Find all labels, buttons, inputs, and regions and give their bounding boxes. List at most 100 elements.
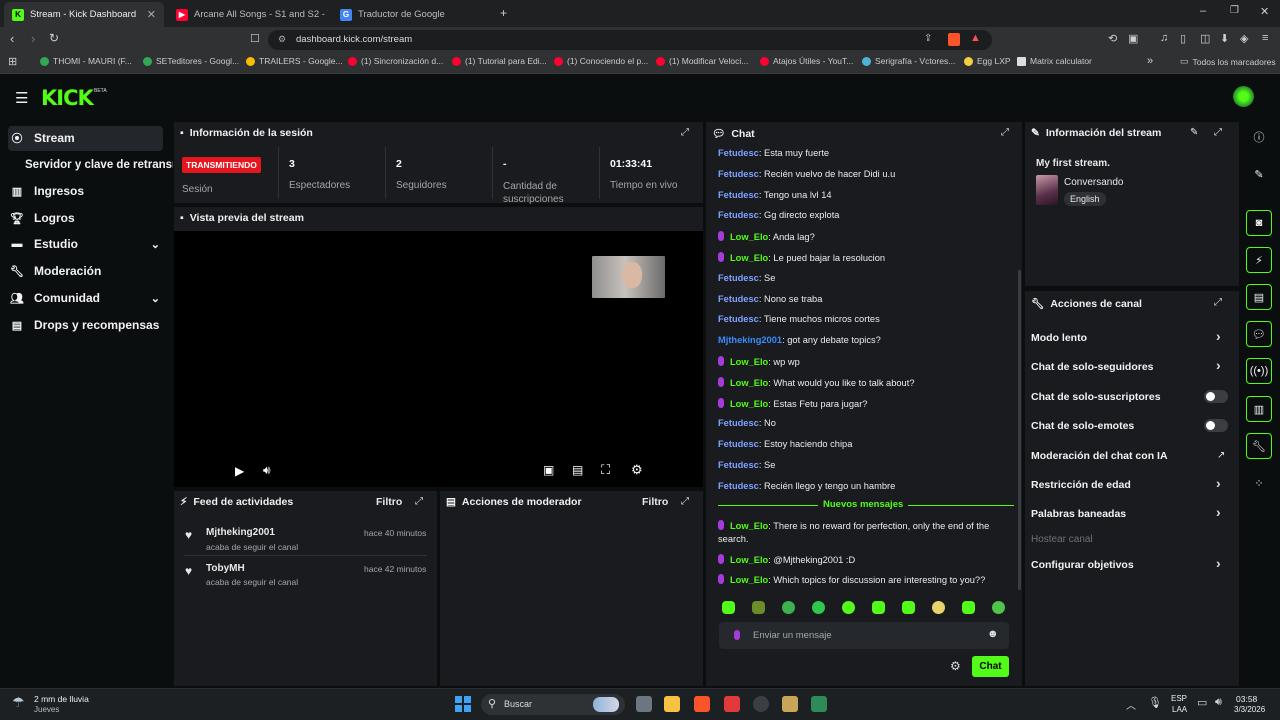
weather-text[interactable]: 2 mm de lluvia (34, 694, 89, 704)
emotes-only-toggle[interactable] (1204, 419, 1228, 432)
mic-tray-icon[interactable]: 🎙︎ (1148, 696, 1162, 709)
set-goals-item[interactable]: Configurar objetivos (1031, 559, 1134, 571)
fullscreen-icon[interactable]: ⛶ (601, 462, 610, 478)
bookmark-item[interactable]: Atajos Útiles - YouT... (760, 56, 853, 66)
obs-icon[interactable] (753, 696, 769, 712)
ai-moderation-item[interactable]: Moderación del chat con IA (1031, 450, 1168, 462)
share-icon[interactable]: ⇪ (924, 33, 932, 44)
widgets-rail-icon[interactable]: ⁘ (1246, 470, 1272, 496)
chat-username[interactable]: Low_Elo (730, 555, 768, 565)
url-field[interactable]: ⚙ dashboard.kick.com/stream ⇪ ▲ (268, 30, 992, 50)
chat-username[interactable]: Fetudesc (718, 418, 759, 428)
brave-icon[interactable] (694, 696, 710, 712)
emote-icon[interactable] (812, 601, 825, 614)
chevron-right-icon[interactable]: › (1216, 555, 1221, 571)
chat-username[interactable]: Mjtheking2001 (718, 335, 782, 345)
sidebar-item-achievements[interactable]: 🏆︎ Logros (10, 206, 75, 230)
tools-rail-icon[interactable]: 🔧︎ (1246, 433, 1272, 459)
site-info-icon[interactable]: ⚙ (278, 34, 286, 45)
clock-time[interactable]: 03:58 (1236, 694, 1257, 704)
info-rail-icon[interactable]: ⓘ (1246, 124, 1272, 150)
theater-icon[interactable]: ▤ (572, 463, 583, 477)
chat-username[interactable]: Fetudesc (718, 314, 759, 324)
sidebar-item-drops[interactable]: ▤ Drops y recompensas (10, 313, 160, 337)
tray-chevron-icon[interactable]: ︿ (1126, 697, 1136, 712)
sidebar-item-income[interactable]: ▥ Ingresos (10, 179, 84, 203)
followers-only-item[interactable]: Chat de solo-seguidores (1031, 361, 1154, 373)
back-icon[interactable]: ‹ (10, 31, 14, 46)
bookmark-item[interactable]: Egg LXP (964, 56, 1011, 66)
extensions-sync-icon[interactable]: ⟲ (1108, 32, 1117, 45)
chat-input[interactable]: Enviar un mensaje ☻ (719, 622, 1009, 649)
expand-icon[interactable]: ⤢ (1001, 127, 1011, 138)
emote-icon[interactable] (932, 601, 945, 614)
chat-username[interactable]: Fetudesc (718, 169, 759, 179)
category-name[interactable]: Conversando (1064, 177, 1123, 188)
activity-user[interactable]: Mjtheking2001 (206, 527, 275, 538)
app-icon[interactable] (724, 696, 740, 712)
forward-icon[interactable]: › (31, 31, 35, 46)
emote-icon[interactable] (782, 601, 795, 614)
emote-icon[interactable] (992, 601, 1005, 614)
media-icon[interactable]: ♫ (1160, 32, 1168, 44)
bookmark-item[interactable]: THOMI - MAURI (F... (40, 56, 132, 66)
bookmark-item[interactable]: Serigrafía - Vctores... (862, 56, 955, 66)
minimize-icon[interactable]: – (1200, 5, 1206, 17)
mod-actions-filter[interactable]: Filtro (642, 496, 668, 508)
pip-icon[interactable]: ▣ (543, 463, 554, 477)
sidebar-item-server-key[interactable]: Servidor y clave de retransm (25, 153, 173, 177)
chat-username[interactable]: Low_Elo (730, 399, 768, 409)
play-icon[interactable]: ▶ (235, 464, 244, 478)
bookmark-item[interactable]: SETeditores - Googl... (143, 56, 239, 66)
brave-rewards-icon[interactable]: ▲ (970, 32, 981, 44)
banned-words-item[interactable]: Palabras baneadas (1031, 508, 1126, 520)
layout-rail-icon[interactable]: ▥ (1246, 396, 1272, 422)
chat-username[interactable]: Fetudesc (718, 294, 759, 304)
chat-rail-icon[interactable]: 💬︎ (1246, 321, 1272, 347)
emoji-icon[interactable]: ☻ (987, 628, 999, 640)
sidebar-item-community[interactable]: 👥︎ Comunidad ⌄ (10, 286, 160, 310)
edit-icon[interactable]: ✎ (1190, 127, 1198, 138)
sidebar-item-studio[interactable]: ▬ Estudio ⌄ (10, 232, 161, 256)
sidebar-toggle-icon[interactable]: ▯ (1180, 32, 1186, 45)
close-tab-icon[interactable]: ✕ (147, 8, 156, 21)
bookmark-item[interactable]: TRAILERS - Google... (246, 56, 343, 66)
wallet-icon[interactable]: ◫ (1200, 32, 1210, 45)
chevron-right-icon[interactable]: › (1216, 504, 1221, 520)
emote-icon[interactable] (902, 601, 915, 614)
tab-kick-dashboard[interactable]: K Stream - Kick Dashboard ✕ (4, 2, 164, 27)
chat-username[interactable]: Fetudesc (718, 210, 759, 220)
chat-username[interactable]: Low_Elo (730, 378, 768, 388)
settings-icon[interactable]: ⚙ (631, 462, 643, 478)
expand-icon[interactable]: ⤢ (681, 127, 691, 138)
bookmark-item[interactable]: (1) Modificar Veloci... (656, 56, 748, 66)
brave-shields-icon[interactable] (948, 33, 960, 46)
chat-username[interactable]: Low_Elo (730, 253, 768, 263)
activity-filter[interactable]: Filtro (376, 496, 402, 508)
chat-scrollbar[interactable] (1018, 270, 1021, 590)
reload-icon[interactable]: ↻ (49, 31, 59, 45)
emote-icon[interactable] (752, 601, 765, 614)
chat-username[interactable]: Low_Elo (730, 232, 768, 242)
chat-username[interactable]: Fetudesc (718, 190, 759, 200)
bookmark-item[interactable]: (1) Sincronización d... (348, 56, 443, 66)
session-rail-icon[interactable]: ◙ (1246, 210, 1272, 236)
close-window-icon[interactable]: ✕ (1260, 5, 1269, 18)
chat-username[interactable]: Fetudesc (718, 481, 759, 491)
sidebar-item-stream[interactable]: ⦿ Stream (10, 126, 75, 150)
sidebar-item-moderation[interactable]: 🔧︎ Moderación (10, 259, 101, 283)
emote-icon[interactable] (962, 601, 975, 614)
broadcast-rail-icon[interactable]: ((•)) (1246, 358, 1272, 384)
chat-username[interactable]: Low_Elo (730, 575, 768, 585)
chat-username[interactable]: Fetudesc (718, 439, 759, 449)
expand-icon[interactable]: ⤢ (681, 496, 691, 507)
hamburger-menu-icon[interactable]: ☰ (15, 89, 28, 107)
app-icon[interactable] (782, 696, 798, 712)
bookmark-item[interactable]: Matrix calculator (1017, 56, 1092, 66)
bookmark-item[interactable]: (1) Conociendo el p... (554, 56, 648, 66)
age-restriction-item[interactable]: Restricción de edad (1031, 479, 1131, 491)
expand-icon[interactable]: ⤢ (415, 496, 425, 507)
chat-username[interactable]: Fetudesc (718, 148, 759, 158)
user-avatar[interactable] (1233, 86, 1254, 107)
subs-only-toggle[interactable] (1204, 390, 1228, 403)
